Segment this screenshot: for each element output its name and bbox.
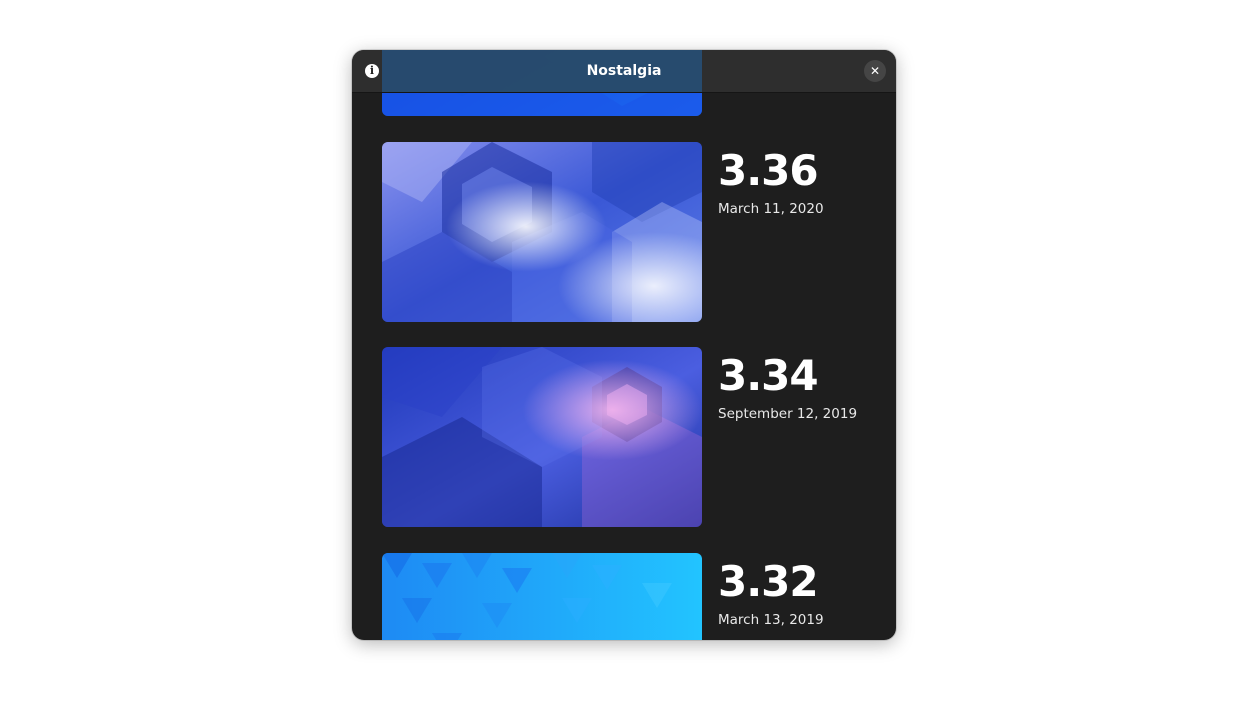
release-version: 3.36 [718,146,819,195]
release-date: March 13, 2019 [718,612,824,628]
release-item[interactable]: 3.32 March 13, 2019 [382,553,882,640]
release-date: September 12, 2019 [718,406,858,422]
wallpaper-thumbnail[interactable] [382,553,702,640]
release-date: March 11, 2020 [718,201,824,217]
wallpaper-thumbnail[interactable] [382,347,702,527]
header-bar: i Nostalgia ✕ [352,50,896,93]
release-version: 3.32 [718,557,819,606]
close-icon: ✕ [869,64,881,78]
release-item[interactable]: 3.34 September 12, 2019 [382,347,882,527]
close-button[interactable]: ✕ [864,60,886,82]
release-version: 3.34 [718,351,819,400]
window-title: Nostalgia [586,63,662,79]
release-item[interactable]: 3.36 March 11, 2020 [382,142,882,322]
wallpaper-thumbnail[interactable] [382,142,702,322]
nostalgia-window: 3.36 March 11, 2020 3.34 September 12, 2… [352,50,896,640]
releases-list[interactable]: 3.36 March 11, 2020 3.34 September 12, 2… [352,50,896,640]
